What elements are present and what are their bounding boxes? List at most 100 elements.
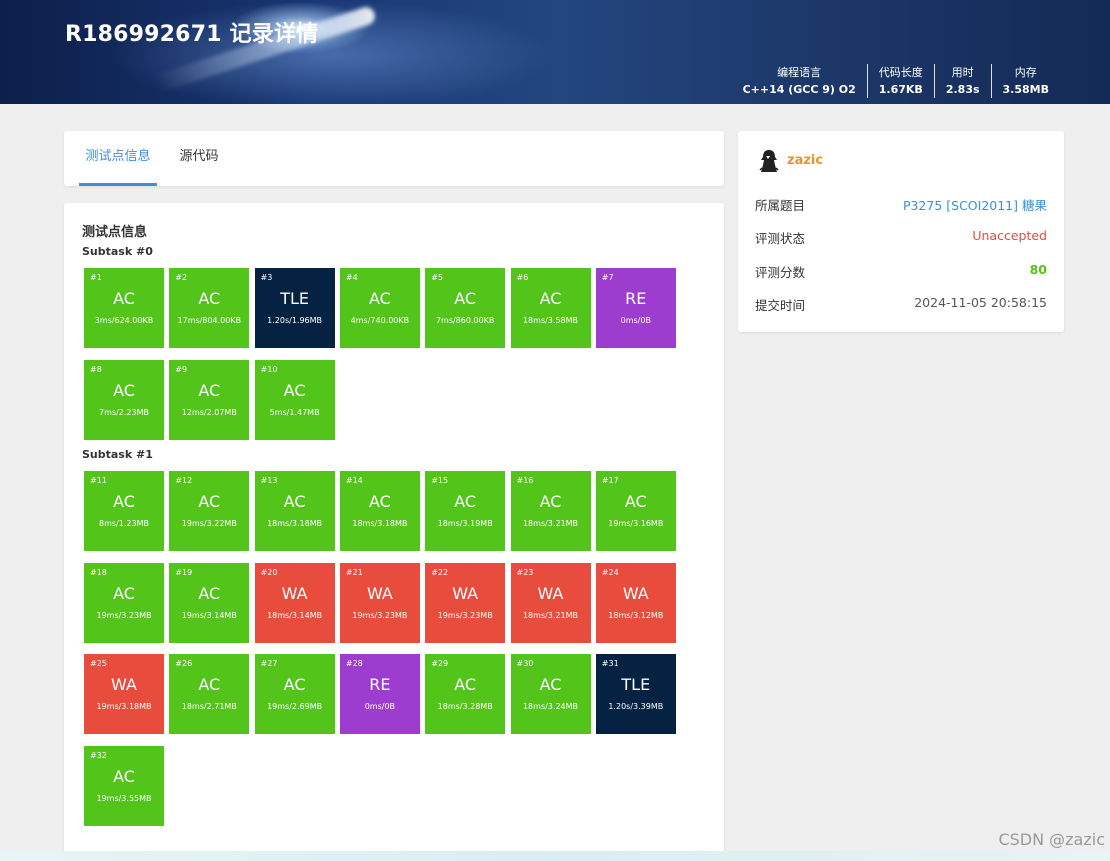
testcase-status: WA	[452, 583, 479, 603]
testcase-tile[interactable]: #4 AC 4ms/740.00KB	[339, 268, 420, 348]
testcase-tile[interactable]: #15 AC 18ms/3.19MB	[425, 471, 506, 551]
testcase-resource: 18ms/3.19MB	[437, 519, 493, 528]
testcase-status: AC	[198, 289, 221, 308]
testcase-status: RE	[369, 675, 391, 694]
testcase-resource: 1.20s/1.96MB	[267, 316, 323, 325]
testcase-tile[interactable]: #13 AC 18ms/3.18MB	[254, 471, 335, 551]
testcase-status: AC	[454, 492, 477, 511]
testcase-tile[interactable]: #8 AC 7ms/2.23MB	[84, 359, 164, 440]
testcase-resource: 18ms/3.18MB	[267, 519, 323, 528]
testcase-tile[interactable]: #9 AC 12ms/2.07MB	[169, 359, 250, 440]
record-stats: 编程语言 C++14 (GCC 9) O2 代码长度 1.67KB 用时 2.8…	[732, 64, 1060, 98]
testcase-status: AC	[624, 492, 647, 511]
testcase-number: #20	[260, 567, 278, 577]
testcase-tile[interactable]: #18 AC 19ms/3.23MB	[84, 562, 164, 643]
testcase-number: #18	[90, 567, 107, 577]
testcase-tile[interactable]: #6 AC 18ms/3.58MB	[510, 268, 591, 348]
testcase-tile[interactable]: #26 AC 18ms/2.71MB	[169, 654, 250, 734]
testcase-tile[interactable]: #27 AC 19ms/2.69MB	[254, 654, 335, 734]
testcase-tile[interactable]: #22 WA 19ms/3.23MB	[425, 562, 506, 643]
testcase-tile[interactable]: #28 RE 0ms/0B	[339, 654, 420, 734]
testcase-status: AC	[113, 380, 135, 400]
testcase-tile[interactable]: #29 AC 18ms/3.28MB	[425, 654, 506, 734]
stat-label: 编程语言	[777, 66, 822, 79]
testcase-status: AC	[113, 289, 135, 308]
testcase-number: #17	[601, 476, 619, 485]
testcase-number: #8	[90, 364, 102, 374]
testcase-tile[interactable]: #16 AC 18ms/3.21MB	[510, 471, 591, 551]
info-label: 评测状态	[755, 231, 806, 246]
testcase-resource: 18ms/3.18MB	[352, 519, 408, 528]
info-label: 评测分数	[755, 265, 806, 280]
testcase-tile[interactable]: #1 AC 3ms/624.00KB	[84, 268, 164, 348]
testcase-resource: 4ms/740.00KB	[350, 316, 410, 325]
testcase-tile[interactable]: #25 WA 19ms/3.18MB	[84, 654, 164, 734]
testcase-number: #22	[431, 567, 449, 577]
user-avatar-icon[interactable]	[758, 148, 780, 174]
testcase-number: #19	[175, 567, 193, 577]
judge-status-value: Unaccepted	[972, 228, 1047, 243]
watermark: CSDN @zazic	[998, 830, 1105, 849]
testcase-tile[interactable]: #32 AC 19ms/3.55MB	[84, 745, 164, 826]
testcase-tile[interactable]: #10 AC 5ms/1.47MB	[254, 359, 335, 440]
stat-code-length: 代码长度 1.67KB	[866, 64, 934, 98]
testcase-status: AC	[368, 289, 391, 308]
testcase-resource: 18ms/3.24MB	[522, 702, 579, 711]
testcase-tile[interactable]: #5 AC 7ms/860.00KB	[425, 268, 506, 348]
testcase-tile[interactable]: #11 AC 8ms/1.23MB	[84, 471, 164, 551]
subtask-title: Subtask #0	[82, 245, 153, 258]
testcase-resource: 8ms/1.23MB	[99, 519, 149, 528]
testcase-resource: 18ms/3.58MB	[522, 316, 579, 325]
testcase-status: AC	[113, 583, 135, 603]
username-link[interactable]: zazic	[787, 153, 823, 168]
testcase-resource: 3ms/624.00KB	[94, 316, 154, 325]
stat-value: 3.58MB	[1002, 83, 1049, 96]
testcase-resource: 17ms/804.00KB	[177, 316, 242, 325]
testcase-resource: 0ms/0B	[364, 702, 396, 711]
testcase-tile[interactable]: #12 AC 19ms/3.22MB	[169, 471, 250, 551]
testcase-tile[interactable]: #7 RE 0ms/0B	[595, 268, 676, 348]
testcase-resource: 18ms/3.21MB	[522, 610, 579, 620]
testcase-status: WA	[366, 583, 393, 603]
testcase-status: AC	[283, 492, 306, 511]
submit-time-value: 2024-11-05 20:58:15	[914, 295, 1047, 310]
info-label: 提交时间	[755, 298, 806, 313]
testcase-tile[interactable]: #21 WA 19ms/3.23MB	[339, 562, 420, 643]
tab-testcase-info[interactable]: 测试点信息	[79, 131, 157, 186]
testcase-status: AC	[198, 675, 221, 694]
testcase-tile[interactable]: #14 AC 18ms/3.18MB	[339, 471, 420, 551]
testcase-tile[interactable]: #23 WA 18ms/3.21MB	[510, 562, 591, 643]
problem-link[interactable]: P3275 [SCOI2011] 糖果	[903, 195, 1047, 214]
testcase-resource: 18ms/3.28MB	[437, 702, 493, 711]
testcase-tile[interactable]: #20 WA 18ms/3.14MB	[254, 562, 335, 643]
testcase-number: #16	[516, 476, 534, 485]
testcase-number: #27	[260, 659, 278, 668]
stat-value: C++14 (GCC 9) O2	[742, 83, 856, 96]
testcase-number: #14	[345, 476, 363, 485]
testcase-number: #3	[260, 273, 273, 282]
testcase-resource: 19ms/3.18MB	[96, 702, 152, 711]
testcase-tile[interactable]: #30 AC 18ms/3.24MB	[510, 654, 591, 734]
testcase-resource: 19ms/3.22MB	[181, 519, 237, 528]
testcase-tile[interactable]: #2 AC 17ms/804.00KB	[169, 268, 250, 348]
testcase-number: #6	[516, 273, 529, 282]
testcase-resource: 5ms/1.47MB	[269, 407, 320, 417]
testcase-resource: 7ms/2.23MB	[99, 407, 149, 417]
testcase-tile[interactable]: #19 AC 19ms/3.14MB	[169, 562, 250, 643]
testcase-status: WA	[111, 675, 137, 694]
header-banner: R186992671 记录详情 编程语言 C++14 (GCC 9) O2 代码…	[0, 0, 1110, 104]
testcase-tile[interactable]: #31 TLE 1.20s/3.39MB	[595, 654, 676, 734]
tab-source-code[interactable]: 源代码	[177, 131, 221, 186]
stat-label: 内存	[1014, 66, 1037, 79]
testcase-resource: 0ms/0B	[620, 316, 651, 325]
testcase-tile[interactable]: #17 AC 19ms/3.16MB	[595, 471, 676, 551]
stat-value: 2.83s	[945, 83, 980, 96]
testcase-tile[interactable]: #24 WA 18ms/3.12MB	[595, 562, 676, 643]
testcase-tile[interactable]: #3 TLE 1.20s/1.96MB	[254, 268, 335, 348]
judge-score-value: 80	[1029, 262, 1047, 277]
testcase-panel: 测试点信息 Subtask #0 Subtask #1 #1 AC 3ms/624.…	[64, 203, 724, 853]
testcase-status: AC	[113, 492, 135, 511]
tabs-card: 测试点信息 源代码	[64, 131, 724, 186]
testcase-status: WA	[622, 583, 649, 603]
testcase-status: AC	[539, 492, 562, 511]
